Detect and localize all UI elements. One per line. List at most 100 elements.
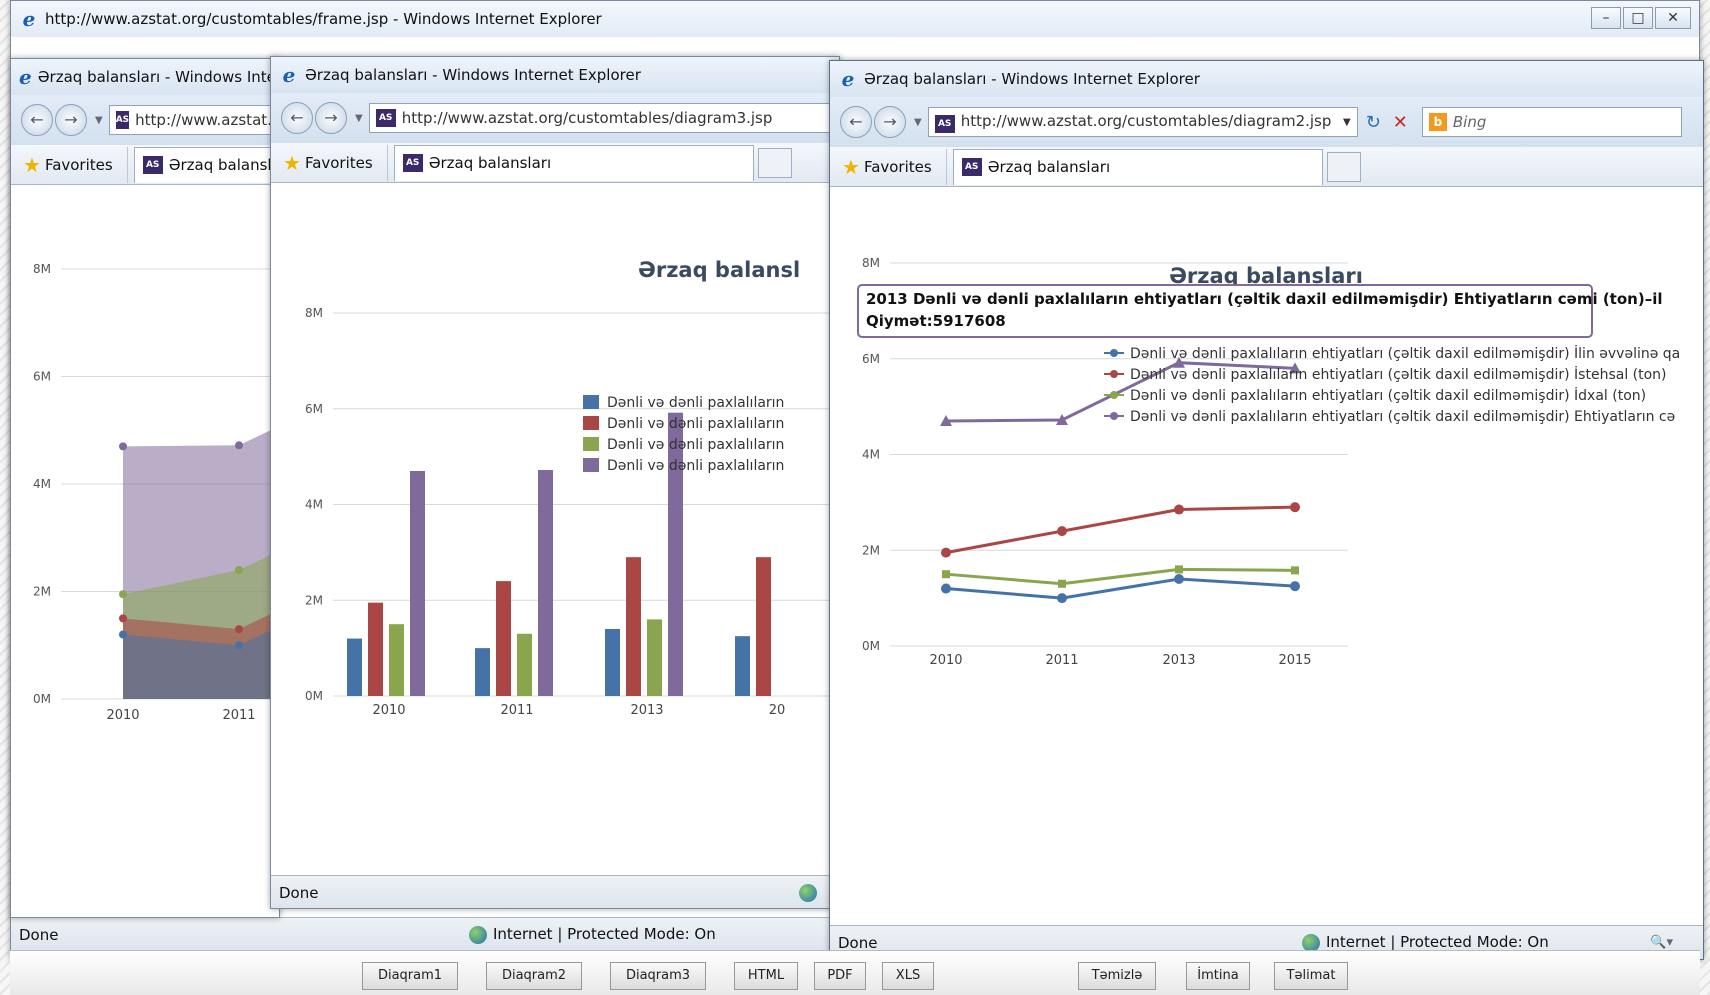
forward-button[interactable]: → — [55, 104, 87, 136]
legend-label: Dənli və dənli paxlalıların — [607, 458, 784, 474]
bar — [647, 619, 662, 696]
series-marker — [1058, 579, 1066, 588]
diaqram2-button[interactable]: Diaqram2 — [486, 962, 582, 990]
tab-label: Ərzaq balansları — [987, 158, 1111, 176]
address-bar[interactable]: AS http://www.azstat.org/customtables/di… — [368, 103, 839, 133]
tab-erzaq[interactable]: AS Ərzaq balansları — [952, 148, 1323, 185]
x-tick-label: 2013 — [630, 703, 663, 718]
series-marker — [1057, 526, 1067, 537]
status-text: Done — [279, 883, 319, 902]
favorites-button[interactable]: ★ Favorites — [836, 148, 947, 185]
area-point — [119, 442, 127, 451]
tab-label: Ərzaq balansları — [428, 154, 552, 172]
forward-button[interactable]: → — [315, 102, 347, 134]
imtina-button[interactable]: İmtina — [1186, 962, 1250, 990]
legend-label: Dənli və dənli paxlalıların — [607, 395, 784, 411]
refresh-icon[interactable]: ↻ — [1366, 112, 1381, 133]
window-title: Ərzaq balansları - Windows Internet Expl… — [305, 66, 641, 84]
back-button[interactable]: ← — [21, 104, 53, 136]
y-tick-label: 4M — [305, 498, 323, 512]
tab-erzaq[interactable]: AS Ərzaq balansları — [393, 144, 754, 181]
close-button[interactable]: ✕ — [1655, 7, 1691, 29]
address-bar[interactable]: AS http://www.azstat.or — [108, 105, 279, 135]
status-text: Done — [838, 933, 878, 952]
zone-indicator: Internet | Protected Mode: On — [1302, 933, 1549, 952]
html-button[interactable]: HTML — [734, 962, 798, 990]
diaqram3-button[interactable]: Diaqram3 — [610, 962, 706, 990]
window-titlebar: e Ərzaq balansları - Windows Internet Ex… — [271, 57, 839, 93]
x-tick-label: 2010 — [929, 653, 962, 668]
area-point — [235, 566, 243, 574]
pdf-button[interactable]: PDF — [814, 962, 866, 990]
legend-label: Dənli və dənli paxlalıların ehtiyatları … — [1130, 344, 1680, 362]
legend-marker — [1110, 412, 1118, 420]
bar — [347, 638, 362, 696]
legend-swatch — [583, 395, 599, 409]
line-chart: Ərzaq balansları0M2M4M6M8M2010 2011 2013 20… — [857, 256, 1680, 668]
tab-erzaq[interactable]: AS Ərzaq balansları — [133, 146, 280, 183]
window-area-chart: e Ərzaq balansları - Windows Internet Ex… — [10, 58, 280, 918]
bar — [605, 628, 620, 696]
favorites-button[interactable]: ★ Favorites — [17, 146, 128, 183]
bar — [668, 412, 683, 696]
back-button[interactable]: ← — [840, 106, 872, 138]
legend-label: Dənli və dənli paxlalıların — [607, 437, 784, 453]
zoom-icon[interactable]: 🔍▾ — [1650, 935, 1673, 950]
stop-icon[interactable]: ✕ — [1393, 112, 1408, 133]
history-dropdown-icon[interactable]: ▼ — [355, 113, 363, 124]
x-tick-label: 20 — [769, 703, 786, 718]
area-chart: 0M 2M 4M 6M 8M 2010 2011 — [33, 262, 279, 723]
diaqram1-button[interactable]: Diaqram1 — [362, 962, 458, 990]
favorites-bar: ★ Favorites AS Ərzaq balansları — [830, 147, 1703, 187]
maximize-button[interactable]: □ — [1623, 7, 1653, 29]
y-tick-label: 2M — [862, 543, 880, 557]
xls-button[interactable]: XLS — [882, 962, 934, 990]
new-tab-button[interactable] — [757, 147, 792, 178]
address-text: http://www.azstat.org/customtables/diagr… — [401, 109, 773, 127]
temizle-button[interactable]: Təmizlə — [1078, 962, 1156, 990]
series-line — [945, 577, 1296, 600]
window-titlebar: e Ərzaq balansları - Windows Internet Ex… — [830, 61, 1703, 97]
y-tick-label: 4M — [862, 448, 880, 462]
ie-logo-icon: e — [22, 7, 36, 31]
search-box[interactable]: b Bing — [1421, 107, 1682, 137]
minimize-button[interactable]: – — [1591, 7, 1621, 29]
y-tick-label: 2M — [33, 585, 51, 599]
search-placeholder: Bing — [1452, 113, 1487, 131]
history-dropdown-icon[interactable]: ▼ — [914, 117, 922, 128]
legend-label: Dənli və dənli paxlalıların ehtiyatları … — [1130, 365, 1667, 383]
globe-icon — [799, 883, 817, 902]
legend-label: Dənli və dənli paxlalıların — [607, 416, 784, 432]
ie-logo-icon: e — [282, 63, 296, 87]
legend-swatch — [583, 416, 599, 430]
navigation-bar: ← → ▼ AS http://www.azstat.org/customtab… — [271, 93, 839, 143]
area-point — [119, 630, 127, 639]
y-tick-label: 6M — [862, 352, 880, 366]
new-tab-button[interactable] — [1326, 151, 1361, 182]
area-point — [119, 590, 127, 599]
favorites-bar: ★ Favorites AS Ərzaq balansları — [11, 145, 279, 185]
site-favicon-icon: AS — [115, 111, 130, 129]
area-point — [235, 641, 243, 650]
zone-text: Internet | Protected Mode: On — [1326, 933, 1549, 952]
window-line-chart: e Ərzaq balansları - Windows Internet Ex… — [829, 60, 1704, 960]
back-button[interactable]: ← — [281, 102, 313, 134]
navigation-bar: ← → ▼ AS http://www.azstat.or — [11, 95, 279, 145]
y-tick-label: 8M — [305, 306, 323, 320]
address-bar[interactable]: AS http://www.azstat.org/customtables/dia… — [927, 107, 1358, 137]
address-dropdown-icon[interactable]: ▼ — [1343, 117, 1351, 128]
y-tick-label: 4M — [33, 477, 51, 491]
history-dropdown-icon[interactable]: ▼ — [95, 115, 103, 126]
favorites-label: Favorites — [44, 155, 113, 174]
forward-button[interactable]: → — [874, 106, 906, 138]
back-window-titlebar: e http://www.azstat.org/customtables/fra… — [11, 1, 1699, 37]
favorites-star-icon: ★ — [842, 154, 860, 179]
x-tick-label: 2010 — [372, 703, 405, 718]
favorites-button[interactable]: ★ Favorites — [277, 144, 388, 181]
series-line — [945, 505, 1296, 555]
telimat-button[interactable]: Təlimat — [1274, 962, 1348, 990]
bar — [735, 636, 750, 696]
tab-label: Ərzaq balansları — [168, 156, 280, 174]
series-marker — [942, 570, 950, 579]
favorites-label: Favorites — [863, 157, 932, 176]
